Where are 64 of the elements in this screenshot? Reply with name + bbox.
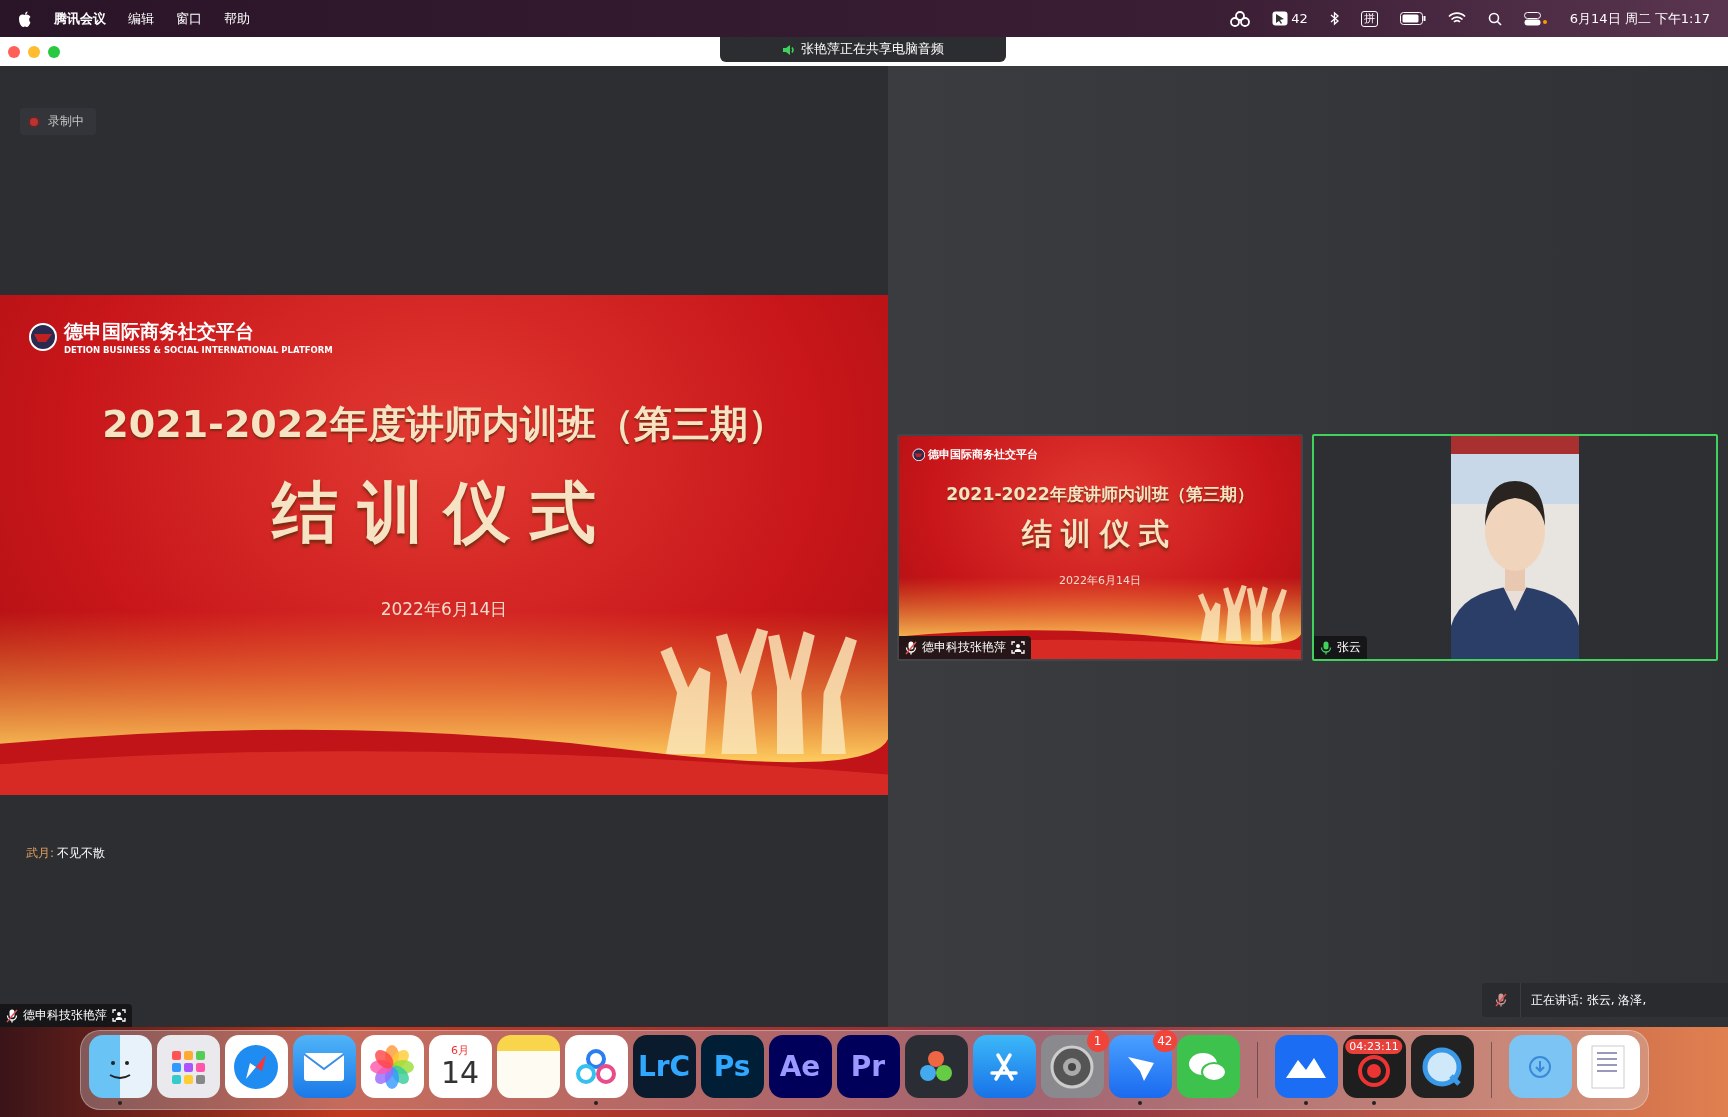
video-tile[interactable]: 张云 (1312, 434, 1718, 661)
slide-heading: 结训仪式 (1021, 515, 1179, 554)
slide-date: 2022年6月14日 (380, 598, 508, 621)
notes-app-icon[interactable] (496, 1035, 560, 1098)
organization-subtitle: DETION BUSINESS & SOCIAL INTERNATIONAL PLATFORM (64, 345, 333, 355)
photos-app-icon[interactable] (360, 1035, 424, 1098)
camera-frame-icon[interactable] (1011, 641, 1025, 654)
mic-icon (1320, 640, 1332, 655)
control-center-icon[interactable] (1523, 11, 1548, 26)
banner-text: 张艳萍正在共享电脑音频 (801, 41, 944, 58)
settings-app-icon[interactable] (1040, 1035, 1104, 1098)
recording-indicator[interactable]: 录制中 (20, 108, 96, 135)
input-method-indicator[interactable]: 拼 (1360, 10, 1378, 27)
document-app-icon[interactable] (1576, 1035, 1640, 1098)
apple-menu-icon[interactable] (18, 10, 32, 27)
finder-app-icon[interactable] (88, 1035, 152, 1098)
muted-mic-icon (6, 1008, 18, 1023)
video-tile[interactable]: 德申国际商务社交平台 2021-2022年度讲师内训班（第三期） 结训仪式 2022年6月14日 德申科技张艳萍 (897, 434, 1303, 661)
slide-title: 2021-2022年度讲师内训班（第三期） (102, 401, 786, 448)
notification-counter[interactable]: 42 (1272, 11, 1308, 26)
ae-app-icon[interactable]: Ae (768, 1035, 832, 1098)
participant-name-tag: 德申科技张艳萍 (0, 1004, 132, 1027)
slide-title: 2021-2022年度讲师内训班（第三期） (946, 482, 1254, 506)
chat-sender: 武月: (26, 845, 55, 862)
cloud-app-icon[interactable] (564, 1035, 628, 1098)
mail-app-icon[interactable] (292, 1035, 356, 1098)
pr-app-icon[interactable]: Pr (836, 1035, 900, 1098)
appstore-app-icon[interactable] (972, 1035, 1036, 1098)
wifi-icon[interactable] (1447, 12, 1466, 25)
muted-mic-icon (905, 640, 917, 655)
ps-app-icon[interactable]: Ps (700, 1035, 764, 1098)
quicktime-app-icon[interactable] (1410, 1035, 1474, 1098)
cloud-icon[interactable] (1230, 10, 1251, 27)
slide-heading: 结训仪式 (272, 473, 616, 553)
lrc-app-icon[interactable]: LrC (632, 1035, 696, 1098)
menu-item[interactable]: 窗口 (176, 9, 202, 28)
logo-icon (28, 322, 58, 352)
muted-mic-icon (1495, 993, 1507, 1007)
bluetooth-icon[interactable] (1329, 11, 1339, 26)
launchpad-app-icon[interactable] (156, 1035, 220, 1098)
clock[interactable]: 6月14日 周二 下午1:17 (1569, 9, 1710, 28)
menu-item[interactable]: 腾讯会议 (54, 9, 106, 28)
search-icon[interactable] (1487, 11, 1502, 26)
battery-icon[interactable] (1399, 12, 1426, 25)
participant-name-tag: 张云 (1314, 636, 1367, 659)
notification-badge: 42 (1153, 1030, 1177, 1052)
wechat-app-icon[interactable] (1176, 1035, 1240, 1098)
recorder-app-icon[interactable]: 04:23:11 (1342, 1035, 1406, 1098)
safari-app-icon[interactable] (224, 1035, 288, 1098)
chat-message: 不见不散 (57, 845, 106, 862)
close-button[interactable] (8, 45, 20, 58)
menu-item[interactable]: 帮助 (224, 9, 250, 28)
camera-frame-icon[interactable] (112, 1009, 126, 1022)
organization-name: 德申国际商务社交平台 (928, 446, 1039, 462)
organization-name: 德申国际商务社交平台 (64, 319, 255, 344)
logo-icon (911, 447, 926, 462)
speaker-icon (782, 43, 796, 56)
menu-item[interactable]: 编辑 (128, 9, 154, 28)
participant-name-tag: 德申科技张艳萍 (899, 636, 1031, 659)
notification-badge: 1 (1086, 1030, 1109, 1052)
recording-timer: 04:23:11 (1345, 1039, 1403, 1054)
speaking-text: 正在讲话: 张云, 洛泽, (1530, 991, 1647, 1009)
calendar-app-icon[interactable]: 6月 14 (428, 1035, 492, 1098)
slide-date: 2022年6月14日 (1059, 573, 1141, 589)
